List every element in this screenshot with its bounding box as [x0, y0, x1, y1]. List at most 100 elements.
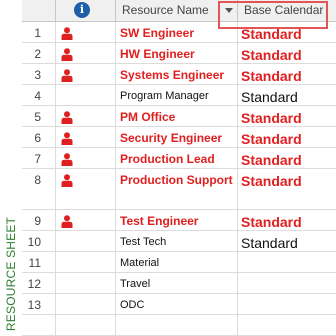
row-number: 2 [34, 47, 41, 61]
base-calendar-cell[interactable]: Standard [238, 210, 336, 230]
person-icon[interactable] [61, 132, 73, 145]
resource-name-column-header[interactable]: Resource Name [116, 0, 238, 21]
base-calendar-cell[interactable]: Standard [238, 22, 336, 42]
indicator-cell[interactable] [56, 85, 116, 105]
row-number-cell[interactable]: 8 [22, 169, 56, 209]
row-number: 12 [27, 277, 41, 291]
indicator-cell[interactable] [56, 127, 116, 147]
resource-name-cell[interactable]: PM Office [116, 106, 238, 126]
resource-name-cell[interactable]: Production Support [116, 169, 238, 209]
chevron-down-icon[interactable] [225, 8, 233, 13]
indicator-cell[interactable] [56, 169, 116, 209]
row-number-cell[interactable]: 11 [22, 252, 56, 272]
row-number-cell[interactable]: 3 [22, 64, 56, 84]
person-icon[interactable] [61, 174, 73, 187]
indicator-cell[interactable] [56, 252, 116, 272]
resource-name: Travel [120, 278, 151, 290]
base-calendar-cell[interactable]: Standard [238, 85, 336, 105]
table-row[interactable]: 10 Test Tech Standard [22, 231, 336, 252]
row-number-cell[interactable]: 10 [22, 231, 56, 251]
row-number: 4 [34, 89, 41, 103]
indicators-column-header[interactable]: i [56, 0, 116, 21]
row-number-cell[interactable]: 5 [22, 106, 56, 126]
table-row[interactable]: 7 Production Lead Standard [22, 148, 336, 169]
indicator-cell[interactable] [56, 106, 116, 126]
indicator-cell[interactable] [56, 210, 116, 230]
resource-name: Program Manager [120, 90, 209, 102]
indicator-cell[interactable] [56, 22, 116, 42]
row-number-cell[interactable]: 6 [22, 127, 56, 147]
indicator-cell[interactable] [56, 64, 116, 84]
column-header-row: i Resource Name Base Calendar [22, 0, 336, 22]
resource-name-cell[interactable]: Program Manager [116, 85, 238, 105]
select-all-corner[interactable] [22, 0, 56, 21]
person-icon[interactable] [61, 153, 73, 166]
row-number-cell[interactable] [22, 315, 56, 335]
row-number: 6 [34, 131, 41, 145]
resource-name-cell[interactable]: ODC [116, 294, 238, 314]
resource-name: Production Support [120, 173, 233, 187]
indicator-cell[interactable] [56, 294, 116, 314]
table-row[interactable]: 9 Test Engineer Standard [22, 210, 336, 231]
resource-name-cell[interactable]: Test Tech [116, 231, 238, 251]
row-number: 1 [34, 26, 41, 40]
resource-name-cell[interactable]: Travel [116, 273, 238, 293]
resource-name: Material [120, 257, 160, 269]
row-number: 9 [34, 214, 41, 228]
resource-name-cell[interactable]: HW Engineer [116, 43, 238, 63]
base-calendar-header-label: Base Calendar [244, 3, 324, 17]
row-number-cell[interactable]: 4 [22, 85, 56, 105]
row-number-cell[interactable]: 7 [22, 148, 56, 168]
table-row[interactable]: 4 Program Manager Standard [22, 85, 336, 106]
table-row[interactable]: 12 Travel [22, 273, 336, 294]
base-calendar-column-header[interactable]: Base Calendar [238, 0, 336, 21]
view-bar[interactable]: RESOURCE SHEET [0, 0, 23, 336]
person-icon[interactable] [61, 27, 73, 40]
base-calendar-cell[interactable] [238, 294, 336, 314]
resource-name-cell[interactable]: Production Lead [116, 148, 238, 168]
base-calendar-value: Standard [241, 152, 302, 168]
base-calendar-cell[interactable] [238, 273, 336, 293]
row-number: 13 [27, 298, 41, 312]
table-row[interactable] [22, 315, 336, 336]
table-row[interactable]: 5 PM Office Standard [22, 106, 336, 127]
resource-name-cell[interactable]: Material [116, 252, 238, 272]
base-calendar-cell[interactable]: Standard [238, 169, 336, 209]
indicator-cell[interactable] [56, 231, 116, 251]
person-icon[interactable] [61, 215, 73, 228]
table-row[interactable]: 6 Security Engineer Standard [22, 127, 336, 148]
table-row[interactable]: 1 SW Engineer Standard [22, 22, 336, 43]
resource-name-cell[interactable]: Security Engineer [116, 127, 238, 147]
row-number-cell[interactable]: 13 [22, 294, 56, 314]
row-number-cell[interactable]: 12 [22, 273, 56, 293]
resource-name-cell[interactable]: Systems Engineer [116, 64, 238, 84]
base-calendar-cell[interactable] [238, 252, 336, 272]
indicator-cell[interactable] [56, 315, 116, 335]
base-calendar-cell[interactable]: Standard [238, 148, 336, 168]
base-calendar-cell[interactable]: Standard [238, 106, 336, 126]
table-row[interactable]: 13 ODC [22, 294, 336, 315]
table-row[interactable]: 2 HW Engineer Standard [22, 43, 336, 64]
resource-name-cell[interactable] [116, 315, 238, 335]
base-calendar-cell[interactable]: Standard [238, 231, 336, 251]
row-number: 11 [28, 256, 41, 270]
resource-name-cell[interactable]: SW Engineer [116, 22, 238, 42]
base-calendar-cell[interactable] [238, 315, 336, 335]
row-number-cell[interactable]: 2 [22, 43, 56, 63]
base-calendar-cell[interactable]: Standard [238, 64, 336, 84]
table-row[interactable]: 3 Systems Engineer Standard [22, 64, 336, 85]
base-calendar-cell[interactable]: Standard [238, 43, 336, 63]
table-row[interactable]: 8 Production Support Standard [22, 169, 336, 210]
person-icon[interactable] [61, 111, 73, 124]
base-calendar-value: Standard [241, 89, 298, 105]
indicator-cell[interactable] [56, 43, 116, 63]
base-calendar-cell[interactable]: Standard [238, 127, 336, 147]
resource-name-cell[interactable]: Test Engineer [116, 210, 238, 230]
row-number-cell[interactable]: 1 [22, 22, 56, 42]
person-icon[interactable] [61, 69, 73, 82]
indicator-cell[interactable] [56, 273, 116, 293]
table-row[interactable]: 11 Material [22, 252, 336, 273]
row-number-cell[interactable]: 9 [22, 210, 56, 230]
person-icon[interactable] [61, 48, 73, 61]
indicator-cell[interactable] [56, 148, 116, 168]
